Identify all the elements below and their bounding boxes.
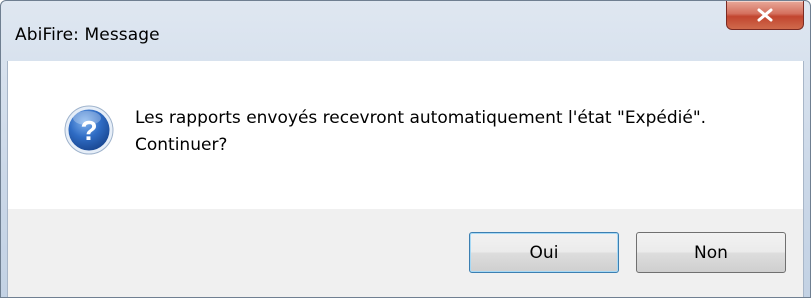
- yes-button[interactable]: Oui: [469, 232, 619, 273]
- close-icon: [757, 8, 773, 22]
- message-line-2: Continuer?: [135, 135, 228, 155]
- window-title: AbiFire: Message: [15, 25, 160, 45]
- no-button[interactable]: Non: [636, 232, 786, 273]
- question-icon: ?: [64, 105, 114, 155]
- close-button[interactable]: [726, 1, 804, 30]
- title-bar[interactable]: AbiFire: Message: [1, 1, 810, 61]
- button-bar: Oui Non: [8, 209, 803, 297]
- message-panel: ? Les rapports envoyés recevront automat…: [8, 61, 803, 209]
- dialog-client-area: ? Les rapports envoyés recevront automat…: [7, 61, 804, 297]
- svg-text:?: ?: [80, 115, 97, 146]
- message-line-1: Les rapports envoyés recevront automatiq…: [135, 108, 707, 128]
- message-dialog: AbiFire: Message ? Les rapports envoyés …: [0, 0, 811, 298]
- dialog-message: Les rapports envoyés recevront automatiq…: [135, 105, 706, 159]
